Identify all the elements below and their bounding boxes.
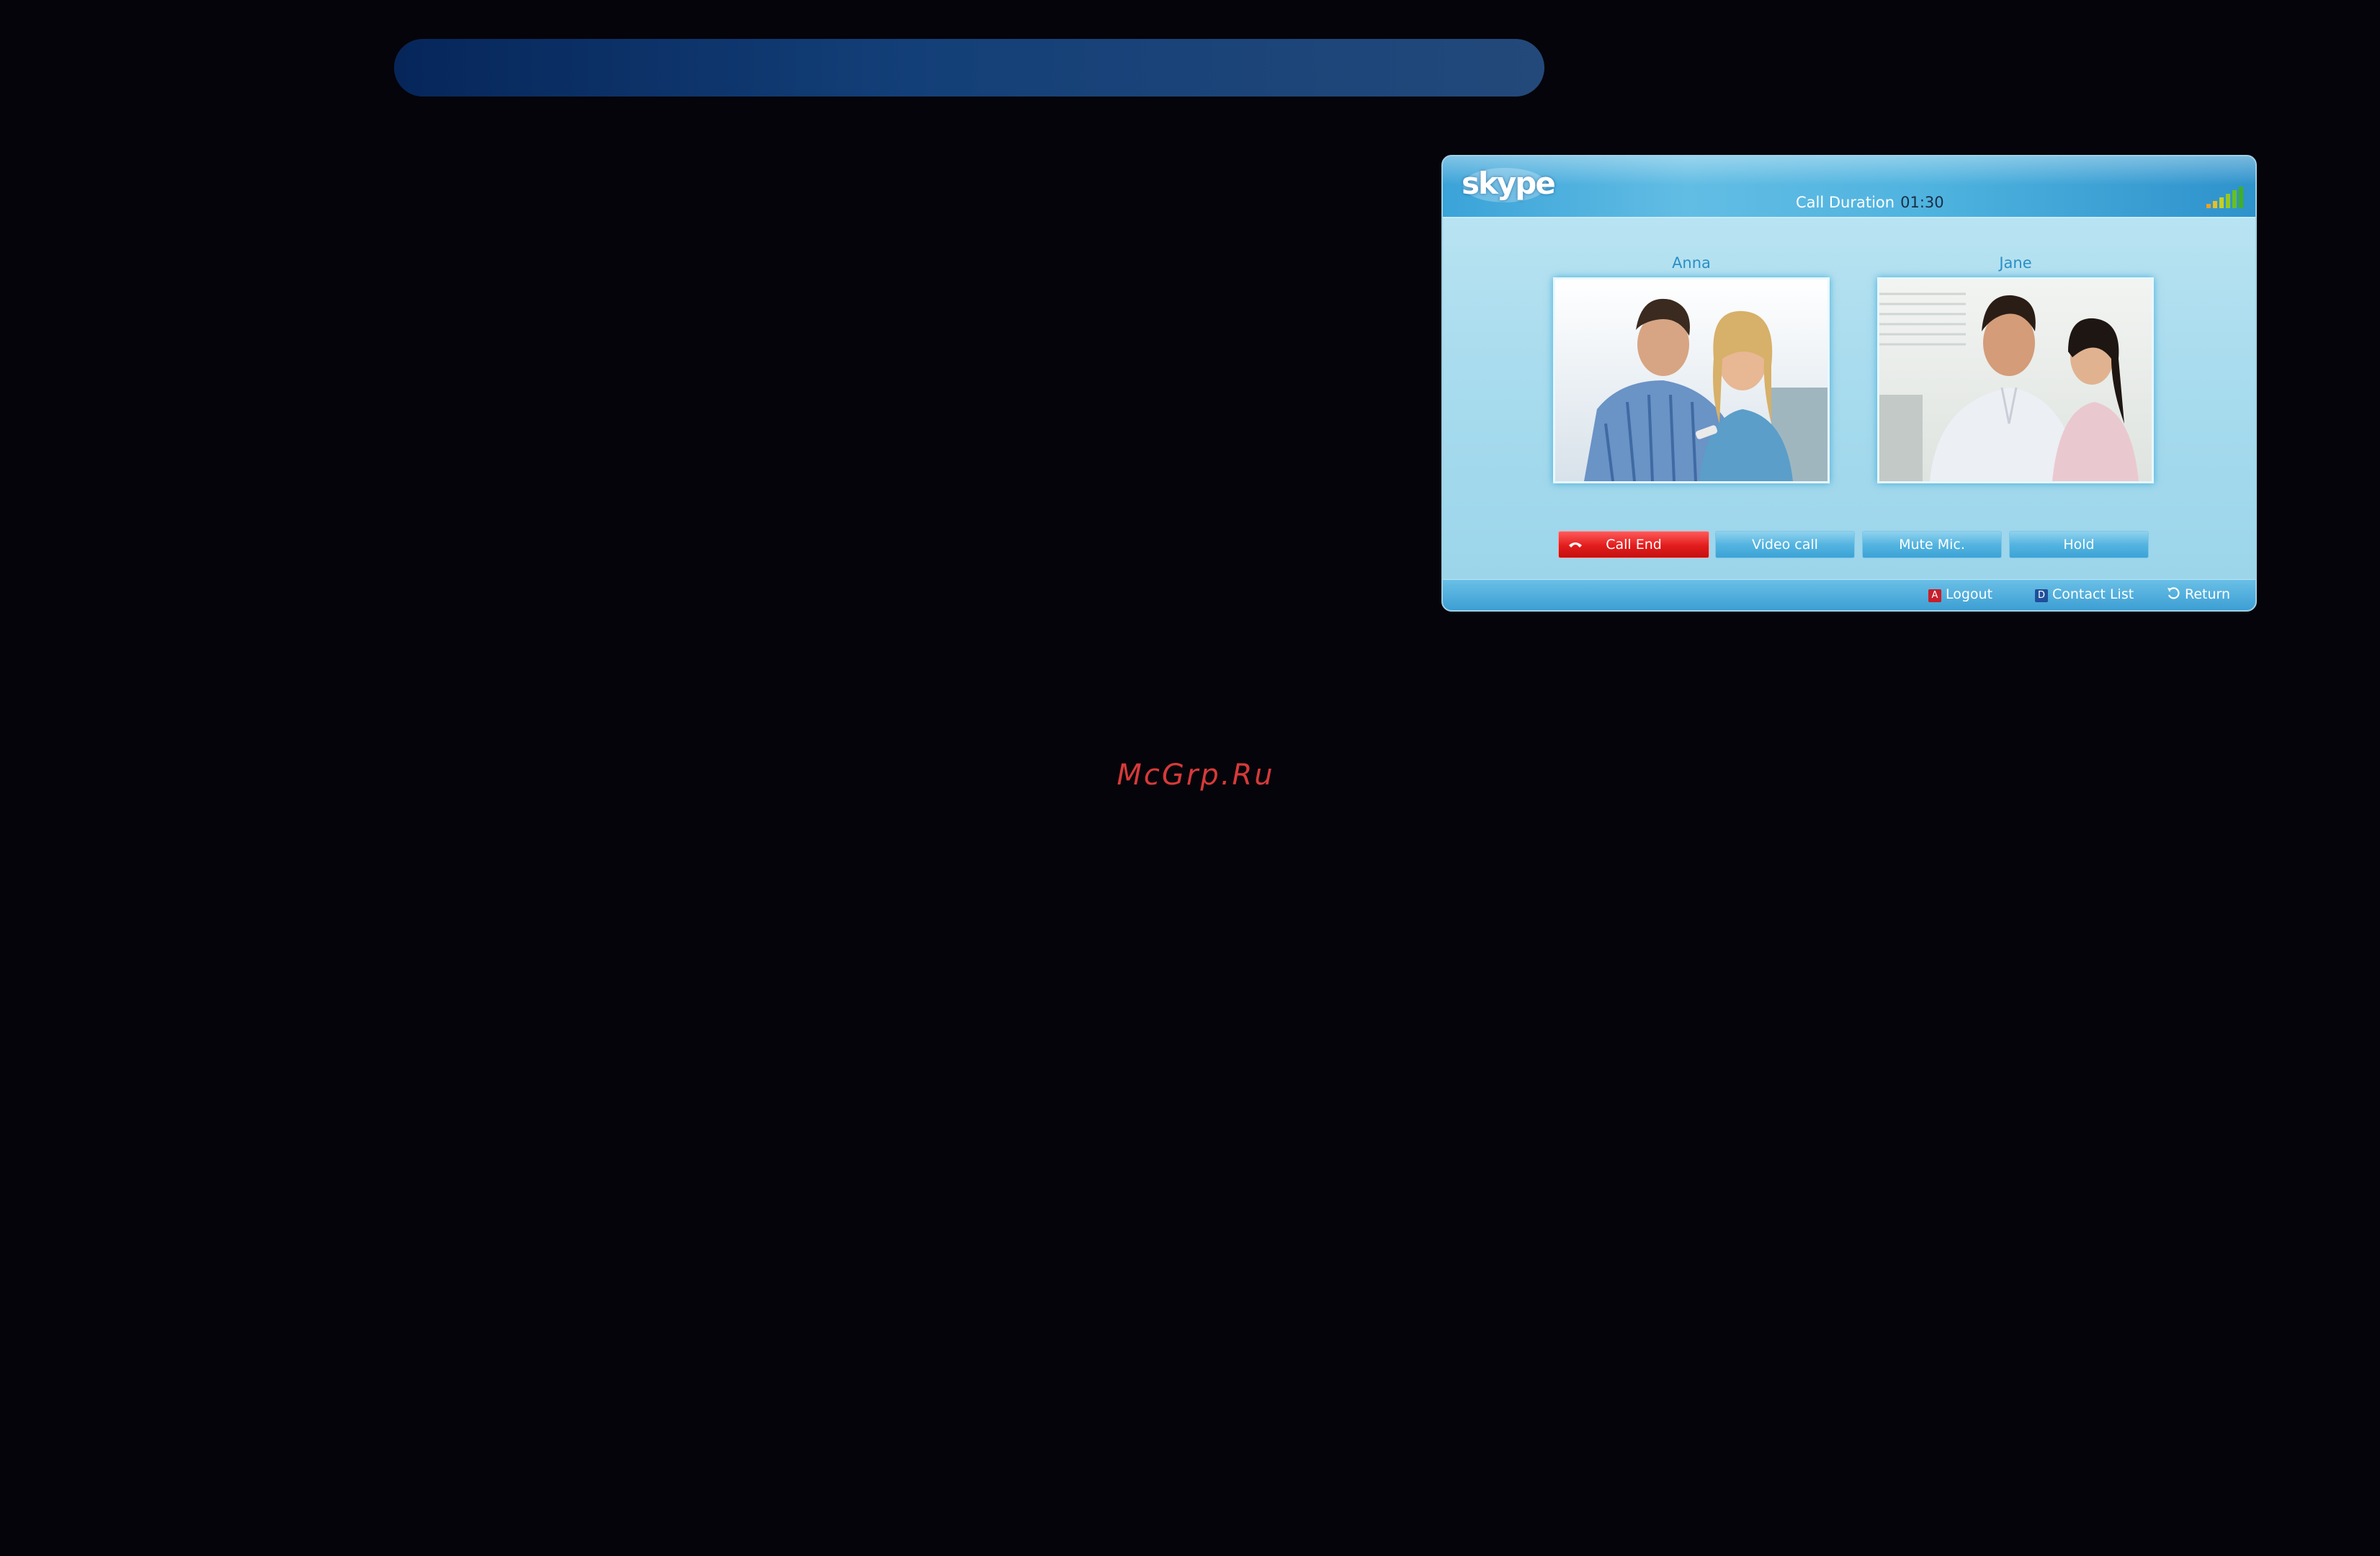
skype-logo: skype <box>1462 164 1556 207</box>
skype-logo-text: skype <box>1462 166 1556 201</box>
video-feed-anna[interactable] <box>1553 277 1830 483</box>
call-duration-label: Call Duration <box>1796 194 1895 211</box>
contact-list-label: Contact List <box>2052 586 2134 602</box>
d-key-icon: D <box>2035 589 2048 602</box>
participant-name-jane: Jane <box>1999 254 2032 272</box>
skype-footer: A Logout D Contact List Return <box>1443 579 2255 610</box>
call-duration: Call Duration 01:30 <box>1796 194 1944 211</box>
call-duration-value: 01:30 <box>1900 194 1944 211</box>
a-key-icon: A <box>1928 589 1941 602</box>
video-feed-jane[interactable] <box>1877 277 2154 483</box>
video-call-button[interactable]: Video call <box>1715 531 1855 558</box>
contact-list-action[interactable]: D Contact List <box>2035 586 2134 603</box>
watermark: McGrp.Ru <box>1117 759 1275 792</box>
call-end-button[interactable]: Call End <box>1558 531 1709 558</box>
top-title-bar <box>394 39 1544 97</box>
hang-up-phone-icon <box>1569 542 1582 547</box>
skype-call-window: skype Call Duration 01:30 Anna Jane Call… <box>1441 155 2257 612</box>
call-end-label: Call End <box>1606 537 1662 553</box>
signal-strength-icon <box>2206 187 2243 208</box>
hold-label: Hold <box>2063 537 2095 553</box>
logout-action[interactable]: A Logout <box>1928 586 1992 603</box>
video-call-label: Video call <box>1752 537 1818 553</box>
return-action[interactable]: Return <box>2166 586 2230 603</box>
mute-mic-label: Mute Mic. <box>1899 537 1965 553</box>
hold-button[interactable]: Hold <box>2009 531 2149 558</box>
return-label: Return <box>2185 586 2231 602</box>
mute-mic-button[interactable]: Mute Mic. <box>1862 531 2002 558</box>
participant-name-anna: Anna <box>1672 254 1711 272</box>
skype-header: skype Call Duration 01:30 <box>1443 156 2255 218</box>
return-icon <box>2168 587 2180 599</box>
logout-label: Logout <box>1946 586 1993 602</box>
